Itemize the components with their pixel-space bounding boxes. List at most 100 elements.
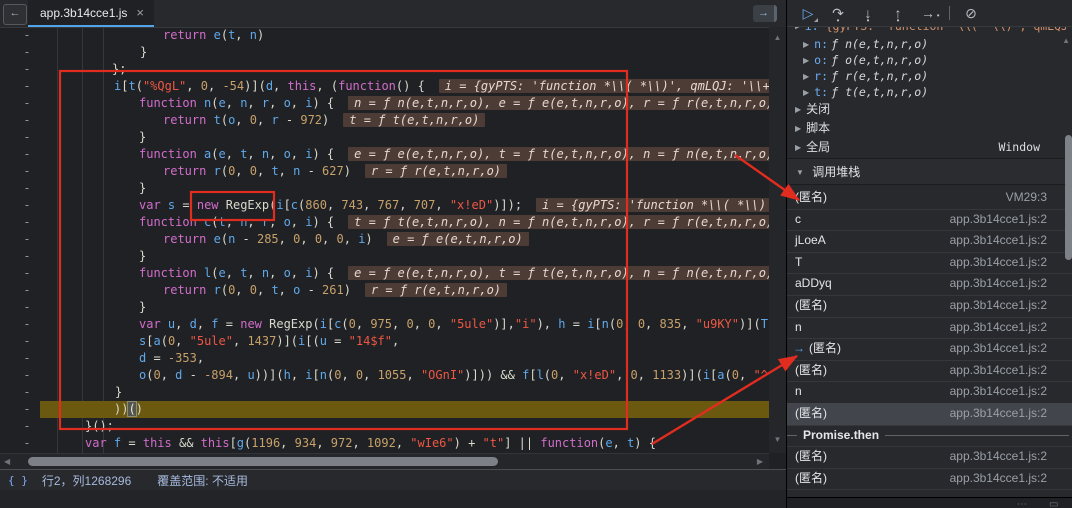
code-line[interactable]: -s[a(0, "5ule", 1437)](i[(u = "14$f",: [0, 333, 769, 350]
tab-app-js[interactable]: app.3b14cce1.js ×: [28, 0, 154, 27]
resume-button-icon[interactable]: ▷: [799, 4, 817, 22]
call-stack-frame[interactable]: (匿名)app.3b14cce1.js:2: [787, 295, 1072, 318]
gutter-line-marker[interactable]: -: [20, 248, 34, 265]
scope-section-3[interactable]: ▶全局Window: [787, 138, 1066, 157]
gutter-line-marker[interactable]: -: [20, 350, 34, 367]
gutter-line-marker[interactable]: -: [20, 197, 34, 214]
gutter-line-marker[interactable]: -: [20, 367, 34, 384]
scroll-down-icon[interactable]: ▼: [769, 435, 786, 444]
gutter-line-marker[interactable]: -: [20, 299, 34, 316]
gutter-line-marker[interactable]: -: [20, 282, 34, 299]
sidebar-scroll-up-icon[interactable]: ▲: [1062, 36, 1070, 45]
inline-eval-hint: e = ƒ e(e,t,n,r,o): [387, 232, 529, 246]
gutter-line-marker[interactable]: -: [20, 112, 34, 129]
execution-line[interactable]: - ))(): [0, 401, 769, 418]
pretty-print-icon[interactable]: { }: [8, 474, 28, 487]
code-line[interactable]: -function c(t, n, r, o, i) {t = ƒ t(e,t,…: [0, 214, 769, 231]
gutter-line-marker[interactable]: -: [20, 146, 34, 163]
step-button-icon[interactable]: →•: [919, 4, 937, 22]
code-line[interactable]: -var s = new RegExp(i[c(860, 743, 767, 7…: [0, 197, 769, 214]
scope-variable-row[interactable]: ▶t: ƒ t(e,t,n,r,o): [787, 84, 1066, 100]
call-stack-frame[interactable]: capp.3b14cce1.js:2: [787, 209, 1072, 232]
horizontal-scroll-thumb[interactable]: [28, 457, 498, 466]
gutter-line-marker[interactable]: -: [20, 180, 34, 197]
scope-section-2[interactable]: ▶脚本: [787, 119, 1066, 138]
call-stack-frame[interactable]: (匿名)app.3b14cce1.js:2: [787, 403, 1072, 426]
call-stack-frame[interactable]: napp.3b14cce1.js:2: [787, 381, 1072, 404]
scope-variable-row[interactable]: ▶r: ƒ r(e,t,n,r,o): [787, 68, 1066, 84]
navigator-toggle-icon[interactable]: ←: [3, 4, 27, 25]
call-stack-frame[interactable]: Tapp.3b14cce1.js:2: [787, 252, 1072, 275]
call-stack-frame[interactable]: (匿名)app.3b14cce1.js:2: [787, 360, 1072, 383]
code-line[interactable]: -return e(n - 285, 0, 0, 0, i)e = ƒ e(e,…: [0, 231, 769, 248]
code-line[interactable]: -}: [0, 384, 769, 401]
deactivate-breakpoints-button-icon[interactable]: ⊘: [962, 4, 980, 22]
scroll-left-icon[interactable]: ◀: [4, 457, 10, 467]
code-line[interactable]: -var f = this && this[g(1196, 934, 972, …: [0, 435, 769, 452]
sidebar-scroll-thumb[interactable]: [1065, 135, 1072, 260]
code-line[interactable]: -}();: [0, 418, 769, 435]
call-stack-frame[interactable]: jLoeAapp.3b14cce1.js:2: [787, 230, 1072, 253]
gutter-line-marker[interactable]: -: [20, 231, 34, 248]
call-stack-frame[interactable]: (匿名)app.3b14cce1.js:2: [787, 468, 1072, 491]
panel-toggle-icon[interactable]: →: [753, 5, 777, 22]
frame-name: (匿名): [795, 360, 827, 382]
code-line[interactable]: -d = -353,: [0, 350, 769, 367]
editor-vertical-scrollbar[interactable]: ▲ ▼: [769, 27, 786, 453]
code-line[interactable]: -function n(e, n, r, o, i) {n = ƒ n(e,t,…: [0, 95, 769, 112]
gutter-line-marker[interactable]: -: [20, 316, 34, 333]
step-into-button-icon[interactable]: ↓•: [859, 4, 877, 22]
code-line[interactable]: -};: [0, 61, 769, 78]
gutter-line-marker[interactable]: -: [20, 214, 34, 231]
gutter-line-marker[interactable]: -: [20, 435, 34, 452]
scope-row-clipped[interactable]: ▶i: {gyPTS: 'function *\\( *\\)', qmLQJ:…: [787, 27, 1066, 36]
scope-variable-row[interactable]: ▶n: ƒ n(e,t,n,r,o): [787, 36, 1066, 52]
code-line[interactable]: -return t(o, 0, r - 972)t = ƒ t(e,t,n,r,…: [0, 112, 769, 129]
tab-close-icon[interactable]: ×: [136, 6, 144, 19]
call-stack-frame[interactable]: →(匿名)app.3b14cce1.js:2: [787, 338, 1072, 361]
scope-section-1[interactable]: ▶关闭: [787, 100, 1066, 119]
call-stack-header[interactable]: ▼ 调用堆栈: [787, 158, 1072, 185]
code-line[interactable]: -}: [0, 299, 769, 316]
code-text: ))(): [114, 401, 143, 418]
code-line[interactable]: -return e(t, n): [0, 27, 769, 44]
call-stack-frame[interactable]: (匿名)VM29:3: [787, 187, 1072, 210]
frame-name: c: [795, 209, 801, 231]
gutter-line-marker[interactable]: -: [20, 333, 34, 350]
code-editor[interactable]: -return e(t, n)-}-};-i[t("%QgL", 0, -54)…: [0, 27, 769, 453]
bottom-filler: [0, 490, 786, 508]
code-line[interactable]: -function l(e, t, n, o, i) {e = ƒ e(e,t,…: [0, 265, 769, 282]
call-stack-frame[interactable]: napp.3b14cce1.js:2: [787, 317, 1072, 340]
scroll-up-icon[interactable]: ▲: [769, 33, 786, 42]
code-line[interactable]: -i[t("%QgL", 0, -54)](d, this, (function…: [0, 78, 769, 95]
code-line[interactable]: -}: [0, 129, 769, 146]
code-line[interactable]: - function a(e, t, n, o, i) {e = ƒ e(e,t,…: [0, 146, 769, 163]
code-line[interactable]: -o(0, d - -894, u))](h, i[n(0, 0, 1055, …: [0, 367, 769, 384]
code-text: function a(e, t, n, o, i) {e = ƒ e(e,t,n…: [139, 146, 769, 163]
gutter-line-marker[interactable]: -: [20, 418, 34, 435]
gutter-line-marker[interactable]: -: [20, 95, 34, 112]
gutter-line-marker[interactable]: -: [20, 265, 34, 282]
code-line[interactable]: -}: [0, 248, 769, 265]
call-stack-frame[interactable]: (匿名)app.3b14cce1.js:2: [787, 446, 1072, 469]
gutter-line-marker[interactable]: -: [20, 129, 34, 146]
step-out-button-icon[interactable]: ↑•: [889, 4, 907, 22]
code-line[interactable]: -}: [0, 180, 769, 197]
gutter-line-marker[interactable]: -: [20, 61, 34, 78]
gutter-line-marker[interactable]: -: [20, 27, 34, 44]
code-text: }: [139, 180, 146, 197]
gutter-line-marker[interactable]: -: [20, 163, 34, 180]
scope-variable-row[interactable]: ▶o: ƒ o(e,t,n,r,o): [787, 52, 1066, 68]
gutter-line-marker[interactable]: -: [20, 78, 34, 95]
code-line[interactable]: -}: [0, 44, 769, 61]
code-line[interactable]: -return r(0, 0, t, n - 627)r = ƒ r(e,t,n…: [0, 163, 769, 180]
scroll-right-icon[interactable]: ▶: [757, 457, 763, 467]
call-stack-frame[interactable]: aDDyqapp.3b14cce1.js:2: [787, 273, 1072, 296]
gutter-line-marker[interactable]: -: [20, 401, 34, 418]
code-line[interactable]: -return r(0, 0, t, o - 261)r = ƒ r(e,t,n…: [0, 282, 769, 299]
editor-horizontal-scrollbar[interactable]: ◀ ▶: [0, 453, 769, 470]
gutter-line-marker[interactable]: -: [20, 44, 34, 61]
gutter-line-marker[interactable]: -: [20, 384, 34, 401]
code-line[interactable]: -var u, d, f = new RegExp(i[c(0, 975, 0,…: [0, 316, 769, 333]
step-over-button-icon[interactable]: ↷•: [829, 4, 847, 22]
